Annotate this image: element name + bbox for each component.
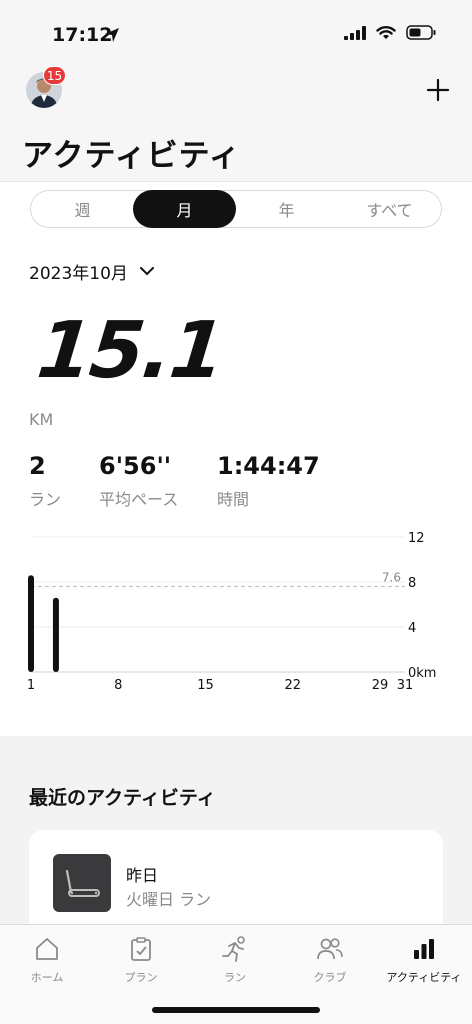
segment-all[interactable]: すべて bbox=[338, 191, 441, 227]
wifi-icon bbox=[376, 26, 396, 39]
treadmill-icon bbox=[53, 854, 111, 912]
add-icon[interactable] bbox=[426, 78, 450, 102]
tab-activity-label: アクティビティ bbox=[386, 971, 462, 984]
runs-value: 2 bbox=[29, 452, 46, 480]
segment-month[interactable]: 月 bbox=[133, 190, 236, 228]
runner-icon bbox=[188, 933, 282, 965]
stat-time: 1:44:47 時間 bbox=[217, 452, 320, 510]
bar-chart-icon bbox=[377, 933, 471, 965]
tab-plan[interactable]: プラン bbox=[94, 933, 188, 985]
tab-club-label: クラブ bbox=[313, 971, 347, 984]
x-tick-label: 1 bbox=[27, 678, 35, 693]
tab-activity[interactable]: アクティビティ bbox=[377, 933, 471, 985]
distance-unit: KM bbox=[29, 410, 54, 429]
month-label: 2023年10月 bbox=[29, 264, 128, 284]
status-bar: 17:12 bbox=[0, 0, 472, 70]
x-tick-label: 22 bbox=[285, 678, 302, 693]
tab-run-label: ラン bbox=[224, 971, 246, 984]
tab-home-label: ホーム bbox=[30, 971, 64, 984]
clipboard-icon bbox=[94, 933, 188, 965]
pace-value: 6'56'' bbox=[99, 452, 172, 480]
pace-label: 平均ペース bbox=[99, 490, 179, 509]
x-tick-label: 29 bbox=[372, 678, 389, 693]
header: 17:12 15 アクティビティ bbox=[0, 0, 472, 182]
people-icon bbox=[283, 933, 377, 965]
notification-badge: 15 bbox=[43, 66, 66, 85]
segment-year[interactable]: 年 bbox=[235, 191, 338, 227]
page-title: アクティビティ bbox=[22, 138, 241, 174]
time-label: 時間 bbox=[217, 490, 250, 509]
status-icons bbox=[344, 25, 436, 40]
segment-week[interactable]: 週 bbox=[31, 191, 134, 227]
month-selector[interactable]: 2023年10月 bbox=[29, 259, 154, 284]
activity-title: 昨日 bbox=[126, 866, 159, 885]
y-tick-label: 8 bbox=[408, 576, 416, 591]
bar-day-1 bbox=[28, 575, 34, 672]
tab-club[interactable]: クラブ bbox=[283, 933, 377, 985]
x-tick-label: 31 bbox=[397, 678, 414, 693]
activity-card[interactable]: 昨日 火曜日 ラン bbox=[29, 830, 443, 924]
stat-runs: 2 ラン bbox=[29, 452, 61, 510]
battery-icon bbox=[406, 25, 436, 40]
runs-label: ラン bbox=[29, 490, 62, 509]
total-distance: 15.1 bbox=[33, 306, 228, 396]
x-tick-label: 15 bbox=[197, 678, 214, 693]
bar-day-3 bbox=[52, 597, 59, 672]
average-label: 7.6 bbox=[382, 571, 401, 585]
home-icon bbox=[0, 933, 94, 965]
period-segmented-control: 週 月 年 すべて bbox=[30, 190, 442, 228]
stat-pace: 6'56'' 平均ペース bbox=[99, 452, 178, 510]
y-tick-label: 12 bbox=[408, 531, 425, 546]
activity-subtitle: 火曜日 ラン bbox=[126, 890, 212, 909]
tab-plan-label: プラン bbox=[124, 971, 158, 984]
location-arrow-icon bbox=[105, 28, 119, 42]
x-tick-label: 8 bbox=[114, 678, 122, 693]
home-indicator bbox=[152, 1007, 320, 1013]
y-tick-label: 4 bbox=[408, 621, 416, 636]
tab-home[interactable]: ホーム bbox=[0, 933, 94, 985]
monthly-distance-chart: 12840km7.61 8 15 22 29 31 bbox=[27, 531, 437, 693]
signal-icon bbox=[344, 25, 366, 40]
time-value: 1:44:47 bbox=[217, 452, 320, 480]
recent-activities-title: 最近のアクティビティ bbox=[29, 787, 216, 809]
tab-run[interactable]: ラン bbox=[188, 933, 282, 985]
chevron-down-icon bbox=[139, 267, 154, 276]
